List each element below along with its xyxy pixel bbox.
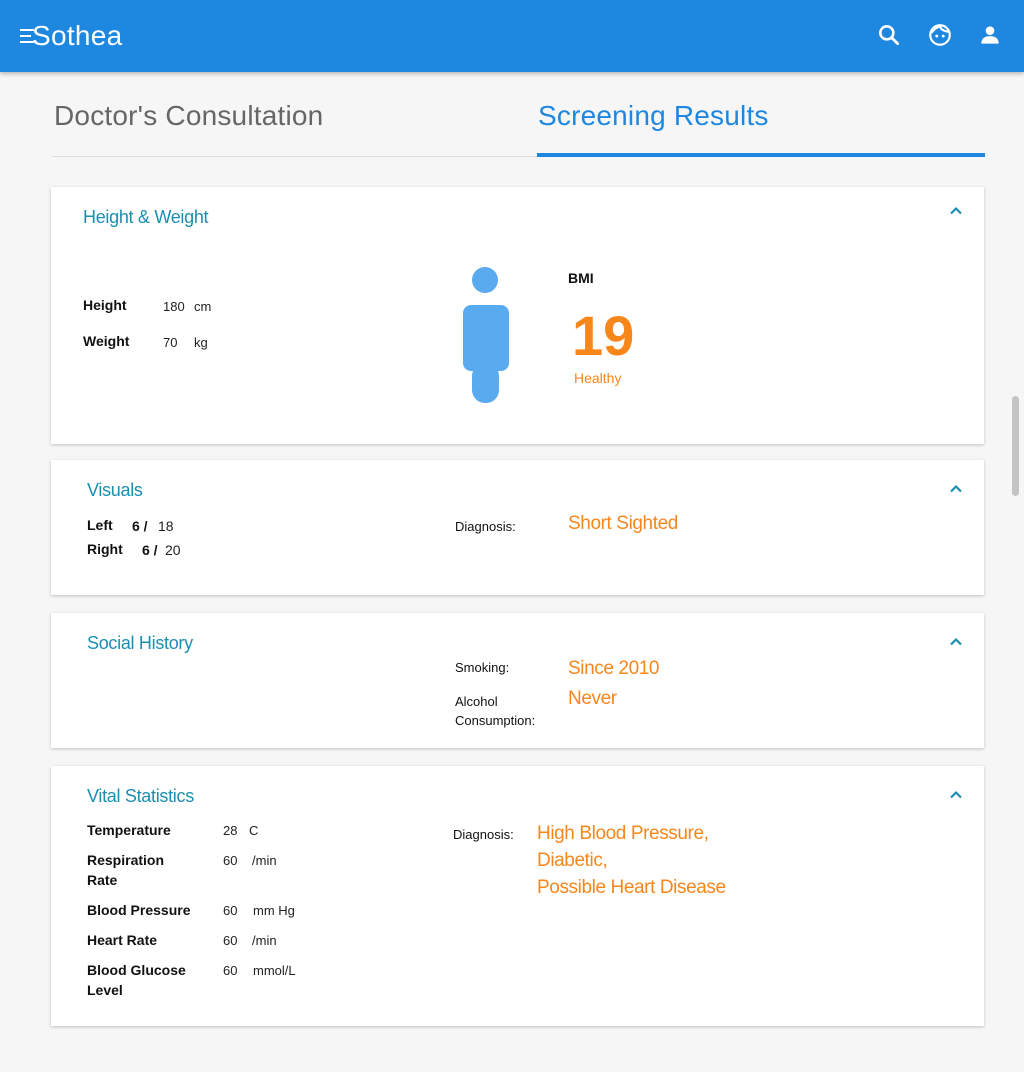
temperature-value: 28 <box>223 823 238 838</box>
weight-value: 70 <box>163 335 178 350</box>
height-label: Height <box>83 297 127 313</box>
alcohol-value: Never <box>568 688 617 709</box>
alcohol-label-line1: Alcohol <box>455 694 498 709</box>
vital-statistics-card: Vital Statistics Temperature 28 C Respir… <box>51 766 984 1026</box>
blood-pressure-unit: mm Hg <box>253 903 295 918</box>
account-icon[interactable] <box>977 22 1003 48</box>
heart-rate-unit: /min <box>252 933 277 948</box>
height-unit: cm <box>194 299 212 314</box>
blood-glucose-value: 60 <box>223 963 238 978</box>
active-tab-indicator <box>537 153 985 157</box>
social-history-title: Social History <box>87 633 193 653</box>
bmi-value: 19 <box>572 304 635 367</box>
respiration-value: 60 <box>223 853 238 868</box>
right-eye-numerator: 6 / <box>142 542 158 558</box>
bmi-label: BMI <box>568 270 594 286</box>
weight-unit: kg <box>194 335 208 350</box>
visuals-title: Visuals <box>87 480 143 500</box>
vitals-diagnosis-line2: Diabetic, <box>537 850 608 871</box>
visuals-card: Visuals Left 6 / 18 Right 6 / 20 Diagnos… <box>51 460 984 595</box>
blood-glucose-label-line2: Level <box>87 982 123 998</box>
smoking-value: Since 2010 <box>568 658 660 679</box>
tab-bar: Doctor's Consultation Screening Results <box>52 96 985 157</box>
weight-label: Weight <box>83 333 130 349</box>
app-title: Sothea <box>32 20 123 51</box>
temperature-label: Temperature <box>87 822 171 838</box>
vitals-diagnosis-label: Diagnosis: <box>453 827 514 842</box>
tab-doctors-consultation[interactable]: Doctor's Consultation <box>54 100 323 132</box>
vitals-diagnosis-line1: High Blood Pressure, <box>537 823 709 844</box>
respiration-unit: /min <box>252 853 277 868</box>
face-icon[interactable] <box>927 22 953 48</box>
left-eye-label: Left <box>87 517 113 533</box>
left-eye-denominator: 18 <box>158 518 174 534</box>
blood-glucose-unit: mmol/L <box>253 963 296 978</box>
right-eye-denominator: 20 <box>165 542 181 558</box>
bmi-status: Healthy <box>574 370 622 386</box>
chevron-up-icon[interactable] <box>949 637 963 646</box>
respiration-label-line1: Respiration <box>87 852 165 868</box>
chevron-up-icon[interactable] <box>949 790 963 799</box>
heart-rate-value: 60 <box>223 933 238 948</box>
social-history-card: Social History Smoking: Since 2010 Alcoh… <box>51 613 984 748</box>
vital-statistics-title: Vital Statistics <box>87 786 194 806</box>
person-icon <box>463 267 509 403</box>
visuals-diagnosis-value: Short Sighted <box>568 513 678 534</box>
vitals-diagnosis-line3: Possible Heart Disease <box>537 877 726 898</box>
visuals-diagnosis-label: Diagnosis: <box>455 519 516 534</box>
temperature-unit: C <box>249 823 259 838</box>
height-weight-title: Height & Weight <box>83 207 209 227</box>
scrollbar-thumb[interactable] <box>1012 396 1019 496</box>
heart-rate-label: Heart Rate <box>87 932 158 948</box>
tab-screening-results[interactable]: Screening Results <box>538 100 769 132</box>
smoking-label: Smoking: <box>455 660 510 675</box>
chevron-up-icon[interactable] <box>949 484 963 493</box>
respiration-label-line2: Rate <box>87 872 118 888</box>
alcohol-label-line2: Consumption: <box>455 713 536 728</box>
blood-glucose-label-line1: Blood Glucose <box>87 962 186 978</box>
blood-pressure-label: Blood Pressure <box>87 902 191 918</box>
left-eye-numerator: 6 / <box>132 518 148 534</box>
height-weight-card: Height & Weight Height 180 cm Weight 70 … <box>51 187 984 444</box>
right-eye-label: Right <box>87 541 123 557</box>
search-icon[interactable] <box>876 22 902 48</box>
chevron-up-icon[interactable] <box>949 206 963 215</box>
blood-pressure-value: 60 <box>223 903 238 918</box>
height-value: 180 <box>163 299 185 314</box>
app-bar: Sothea <box>0 0 1024 72</box>
